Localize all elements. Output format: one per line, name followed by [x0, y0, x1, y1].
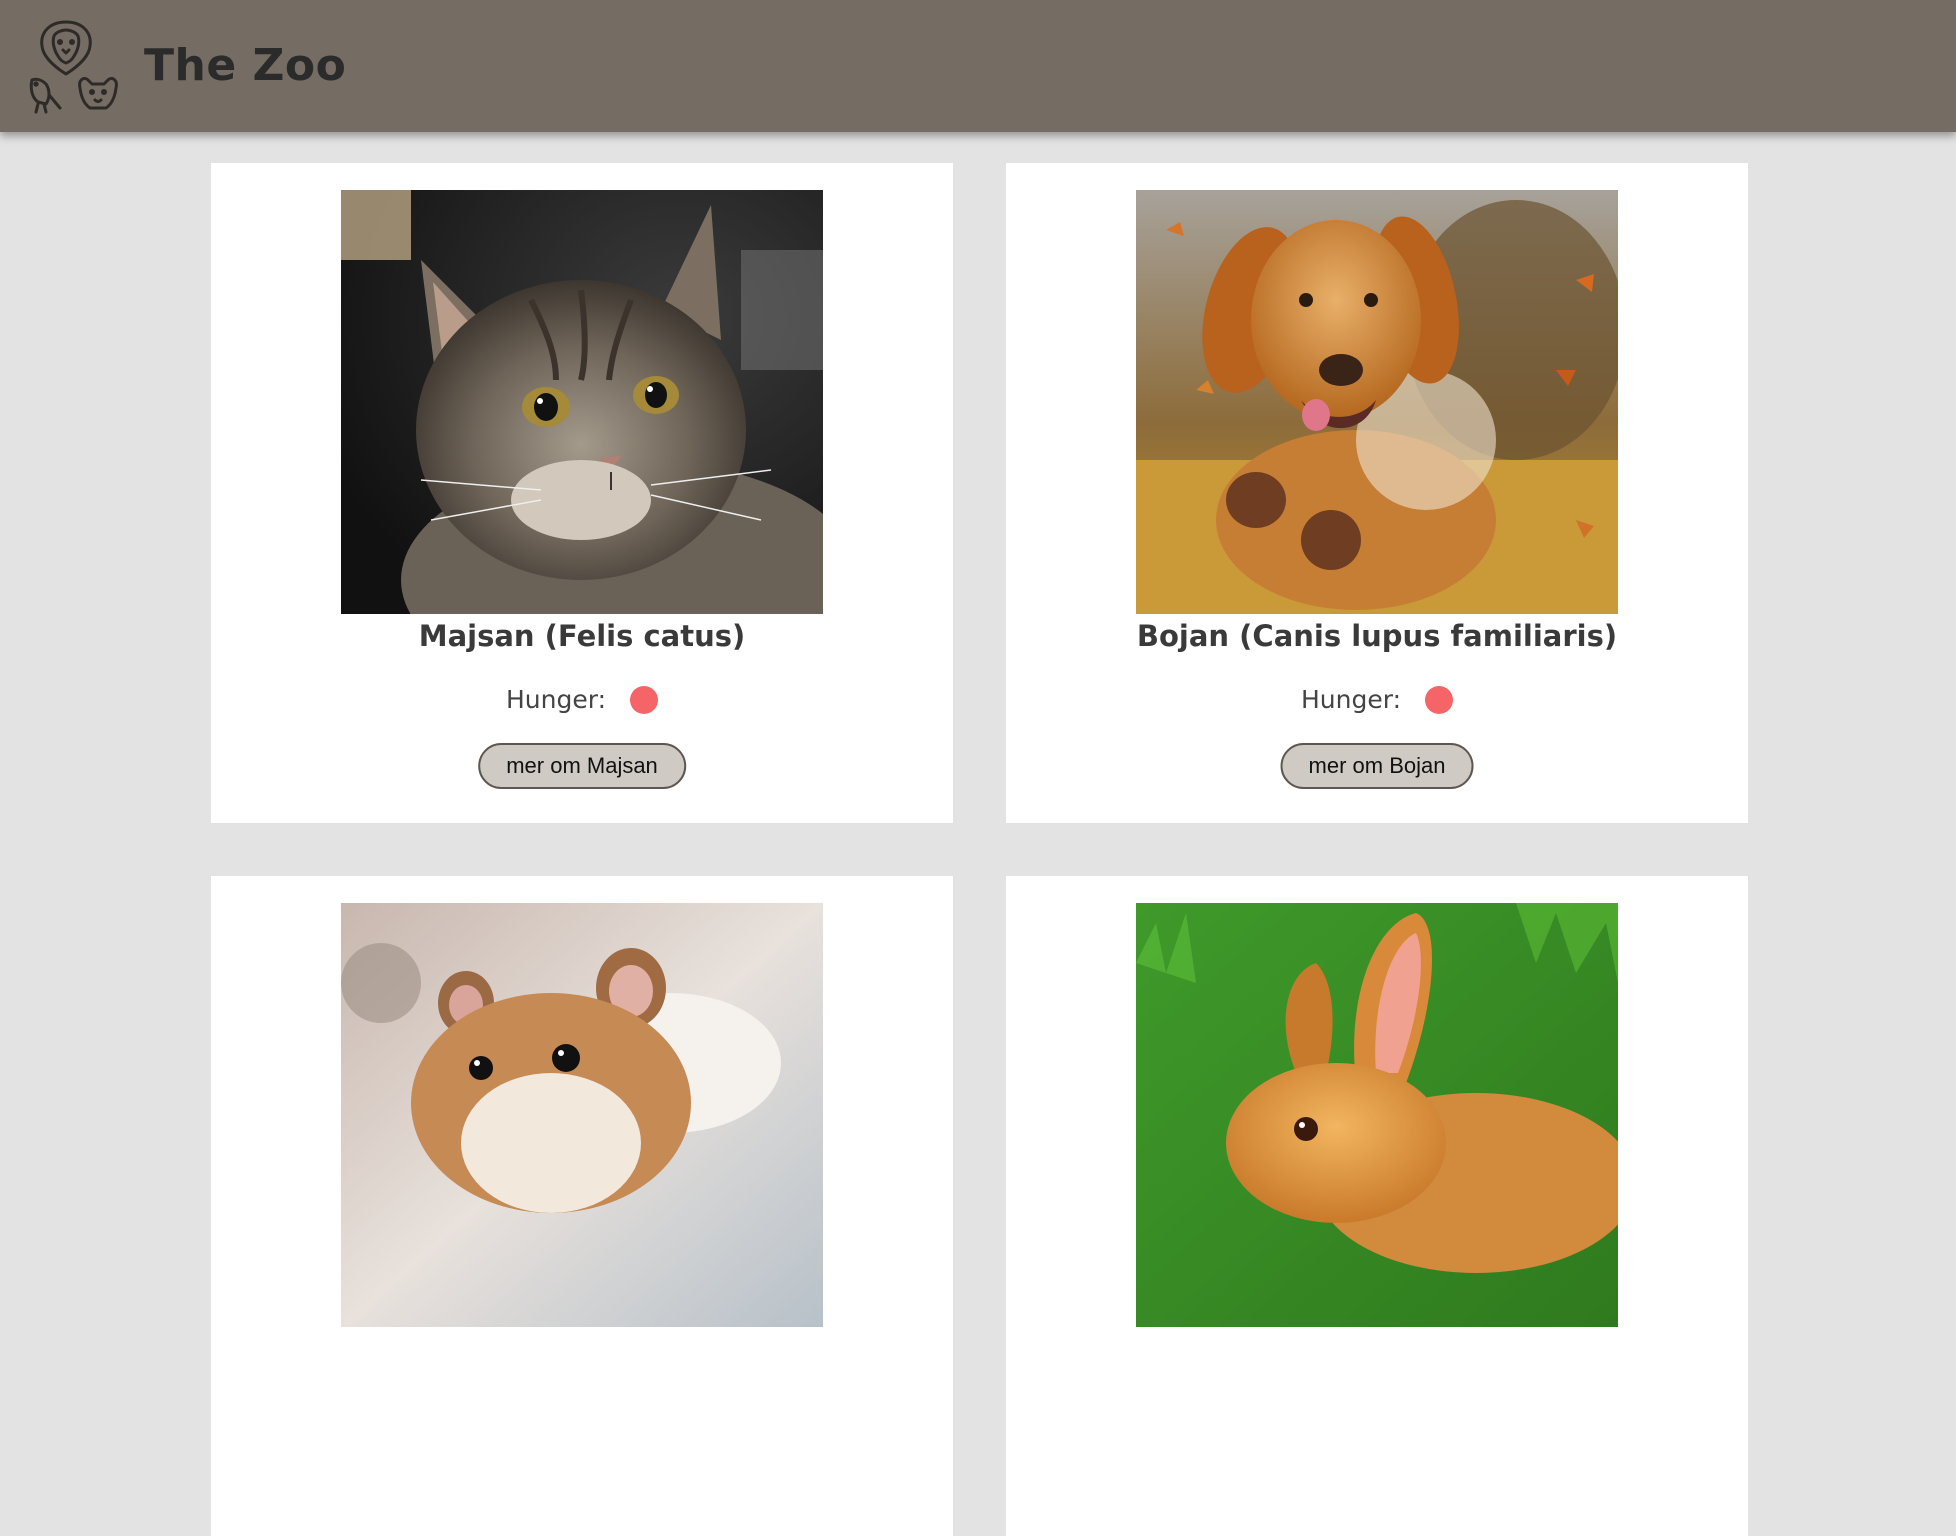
- animal-card-bojan: Bojan (Canis lupus familiaris) Hunger: m…: [1006, 163, 1748, 823]
- animal-card-hamster: [211, 876, 953, 1536]
- hunger-indicator-icon: [1425, 685, 1453, 714]
- hunger-indicator-icon: [630, 685, 658, 714]
- animal-name: Majsan (Felis catus): [418, 619, 746, 653]
- hamster-photo[interactable]: [341, 903, 823, 1327]
- hunger-status: Hunger:: [1006, 685, 1748, 714]
- animal-name: Bojan (Canis lupus familiaris): [1136, 619, 1618, 653]
- hunger-label: Hunger:: [506, 685, 606, 714]
- more-about-majsan-button[interactable]: mer om Majsan: [478, 743, 686, 789]
- site-header: The Zoo: [0, 0, 1956, 132]
- animal-card-majsan: Majsan (Felis catus) Hunger: mer om Majs…: [211, 163, 953, 823]
- site-title[interactable]: The Zoo: [144, 40, 346, 91]
- cat-photo[interactable]: [341, 190, 823, 614]
- rabbit-photo[interactable]: [1136, 903, 1618, 1327]
- dog-photo[interactable]: [1136, 190, 1618, 614]
- hunger-status: Hunger:: [211, 685, 953, 714]
- more-about-bojan-button[interactable]: mer om Bojan: [1280, 743, 1474, 789]
- animal-card-rabbit: [1006, 876, 1748, 1536]
- hunger-label: Hunger:: [1301, 685, 1401, 714]
- zoo-logo-icon[interactable]: [26, 18, 122, 114]
